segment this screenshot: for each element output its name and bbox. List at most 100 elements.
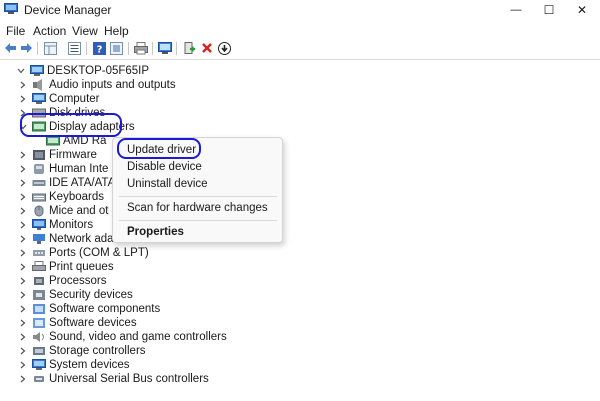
context-uninstall-device[interactable]: Uninstall device [127, 178, 208, 190]
chevron-right-icon[interactable] [18, 204, 28, 218]
tree-category-item[interactable]: Software components [18, 302, 160, 316]
chevron-right-icon[interactable] [18, 246, 28, 260]
update-driver-highlight [117, 138, 201, 159]
toolbar: ? [0, 40, 600, 58]
tree-item-label: Computer [49, 93, 100, 105]
chevron-right-icon[interactable] [18, 218, 28, 232]
menu-bar: File Action View Help [0, 20, 600, 40]
tree-category-item[interactable]: Software devices [18, 316, 137, 330]
security-icon [33, 290, 45, 300]
network-icon [33, 234, 45, 244]
tree-category-item[interactable]: Processors [18, 274, 107, 288]
tree-category-item[interactable]: Universal Serial Bus controllers [18, 372, 209, 386]
chevron-right-icon[interactable] [18, 302, 28, 316]
context-scan-hardware[interactable]: Scan for hardware changes [127, 202, 268, 214]
chevron-right-icon[interactable] [18, 260, 28, 274]
device-manager-icon [4, 3, 18, 14]
context-disable-device[interactable]: Disable device [127, 161, 202, 173]
tree-category-item[interactable]: Storage controllers [18, 344, 146, 358]
tree-item-label: Universal Serial Bus controllers [49, 373, 209, 385]
display-adapters-highlight [20, 113, 122, 137]
chevron-right-icon[interactable] [18, 274, 28, 288]
tree-item-label: Print queues [49, 261, 114, 273]
tree-category-item[interactable]: Keyboards [18, 190, 104, 204]
software-device-icon [33, 318, 45, 328]
toolbar-separator [86, 42, 87, 55]
tree-category-item[interactable]: Ports (COM & LPT) [18, 246, 149, 260]
tree-item-label: Software devices [49, 317, 137, 329]
tree-root[interactable]: DESKTOP-05F65IP [16, 64, 149, 78]
properties-grid-icon[interactable] [43, 41, 57, 55]
tree-category-item[interactable]: Mice and ot [18, 204, 108, 218]
tree-category-item[interactable]: Network ada [18, 232, 114, 246]
menu-action[interactable]: Action [33, 24, 66, 38]
download-update-icon[interactable] [217, 41, 231, 55]
toolbar-separator [128, 42, 129, 55]
minimize-button[interactable]: — [500, 0, 532, 20]
tree-category-item[interactable]: Audio inputs and outputs [18, 78, 176, 92]
menu-help[interactable]: Help [104, 24, 129, 38]
port-icon [33, 250, 45, 256]
forward-arrow-icon[interactable] [19, 41, 33, 55]
uninstall-x-icon[interactable] [200, 41, 214, 55]
tree-category-item[interactable]: Computer [18, 92, 100, 106]
storage-icon [33, 347, 45, 355]
back-arrow-icon[interactable] [3, 41, 17, 55]
chevron-right-icon[interactable] [18, 330, 28, 344]
menu-file[interactable]: File [6, 24, 25, 38]
chevron-right-icon[interactable] [18, 190, 28, 204]
tree-item-label: Network ada [49, 233, 114, 245]
chevron-down-icon[interactable] [16, 64, 26, 78]
chevron-right-icon[interactable] [18, 358, 28, 372]
menu-view[interactable]: View [72, 24, 98, 38]
tree-item-label: Audio inputs and outputs [49, 79, 176, 91]
chevron-right-icon[interactable] [18, 232, 28, 246]
context-properties[interactable]: Properties [127, 226, 184, 238]
scan-hardware-icon[interactable] [158, 41, 172, 55]
chevron-right-icon[interactable] [18, 176, 28, 190]
tree-category-item[interactable]: Security devices [18, 288, 133, 302]
tree-item-label: Security devices [49, 289, 133, 301]
context-separator [119, 196, 277, 197]
chevron-right-icon[interactable] [18, 344, 28, 358]
chevron-right-icon[interactable] [18, 92, 28, 106]
chevron-right-icon[interactable] [18, 78, 28, 92]
tree-category-item[interactable]: Human Inte [18, 162, 108, 176]
tree-item-label: Software components [49, 303, 161, 315]
ide-icon [32, 180, 46, 186]
printer-icon [32, 261, 46, 271]
toolbar-divider [0, 59, 600, 60]
chevron-right-icon[interactable] [18, 148, 28, 162]
device-list-icon[interactable] [67, 41, 81, 55]
help-icon[interactable]: ? [92, 41, 106, 55]
show-hidden-icon[interactable] [109, 41, 123, 55]
tree-category-item[interactable]: Sound, video and game controllers [18, 330, 227, 344]
chevron-right-icon[interactable] [18, 288, 28, 302]
tree-item-label: Keyboards [49, 191, 104, 203]
maximize-icon: ☐ [543, 3, 555, 17]
print-icon[interactable] [134, 41, 148, 55]
tree-category-item[interactable]: Print queues [18, 260, 114, 274]
tree-item-label: Firmware [49, 149, 97, 161]
tree-category-item[interactable]: Monitors [18, 218, 93, 232]
tree-item-label: Monitors [49, 219, 94, 231]
toolbar-separator [37, 42, 38, 55]
computer-icon [32, 93, 46, 104]
monitor-icon [32, 219, 46, 230]
tree-category-item[interactable]: System devices [18, 358, 130, 372]
tree-category-item[interactable]: IDE ATA/ATA [18, 176, 115, 190]
close-icon: ✕ [576, 3, 588, 17]
system-icon [32, 359, 46, 370]
tree-item-label: Ports (COM & LPT) [49, 247, 149, 259]
chevron-right-icon[interactable] [18, 372, 28, 386]
maximize-button[interactable]: ☐ [533, 0, 565, 20]
tree-category-item[interactable]: Firmware [18, 148, 97, 162]
sound-icon [33, 332, 44, 342]
chevron-right-icon[interactable] [18, 316, 28, 330]
chevron-right-icon[interactable] [18, 162, 28, 176]
tree-item-label: Human Inte [49, 163, 109, 175]
add-driver-icon[interactable] [183, 41, 197, 55]
mouse-icon [34, 205, 44, 217]
close-button[interactable]: ✕ [566, 0, 598, 20]
context-separator [119, 220, 277, 221]
